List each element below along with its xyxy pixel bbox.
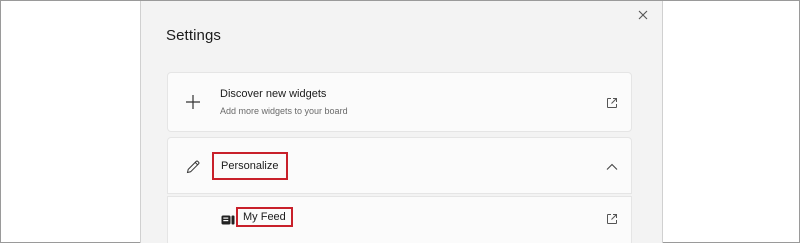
personalize-section-header[interactable]: Personalize: [167, 137, 632, 194]
chevron-up-icon[interactable]: [605, 160, 619, 174]
external-link-icon[interactable]: [605, 96, 619, 110]
external-link-icon[interactable]: [605, 212, 619, 226]
my-feed-row[interactable]: My Feed: [167, 196, 632, 243]
feed-icon: [220, 211, 236, 227]
discover-subtitle: Add more widgets to your board: [220, 106, 348, 116]
pencil-icon: [184, 158, 202, 176]
settings-panel: Settings Discover new widgets Add more w…: [140, 1, 663, 243]
personalize-label: Personalize: [212, 152, 289, 180]
my-feed-label: My Feed: [236, 207, 293, 227]
discover-widgets-card[interactable]: Discover new widgets Add more widgets to…: [167, 72, 632, 132]
panel-title: Settings: [166, 27, 221, 44]
plus-icon: [184, 93, 202, 111]
close-icon: [638, 10, 648, 20]
close-button[interactable]: [634, 6, 652, 24]
discover-title: Discover new widgets: [220, 88, 327, 100]
